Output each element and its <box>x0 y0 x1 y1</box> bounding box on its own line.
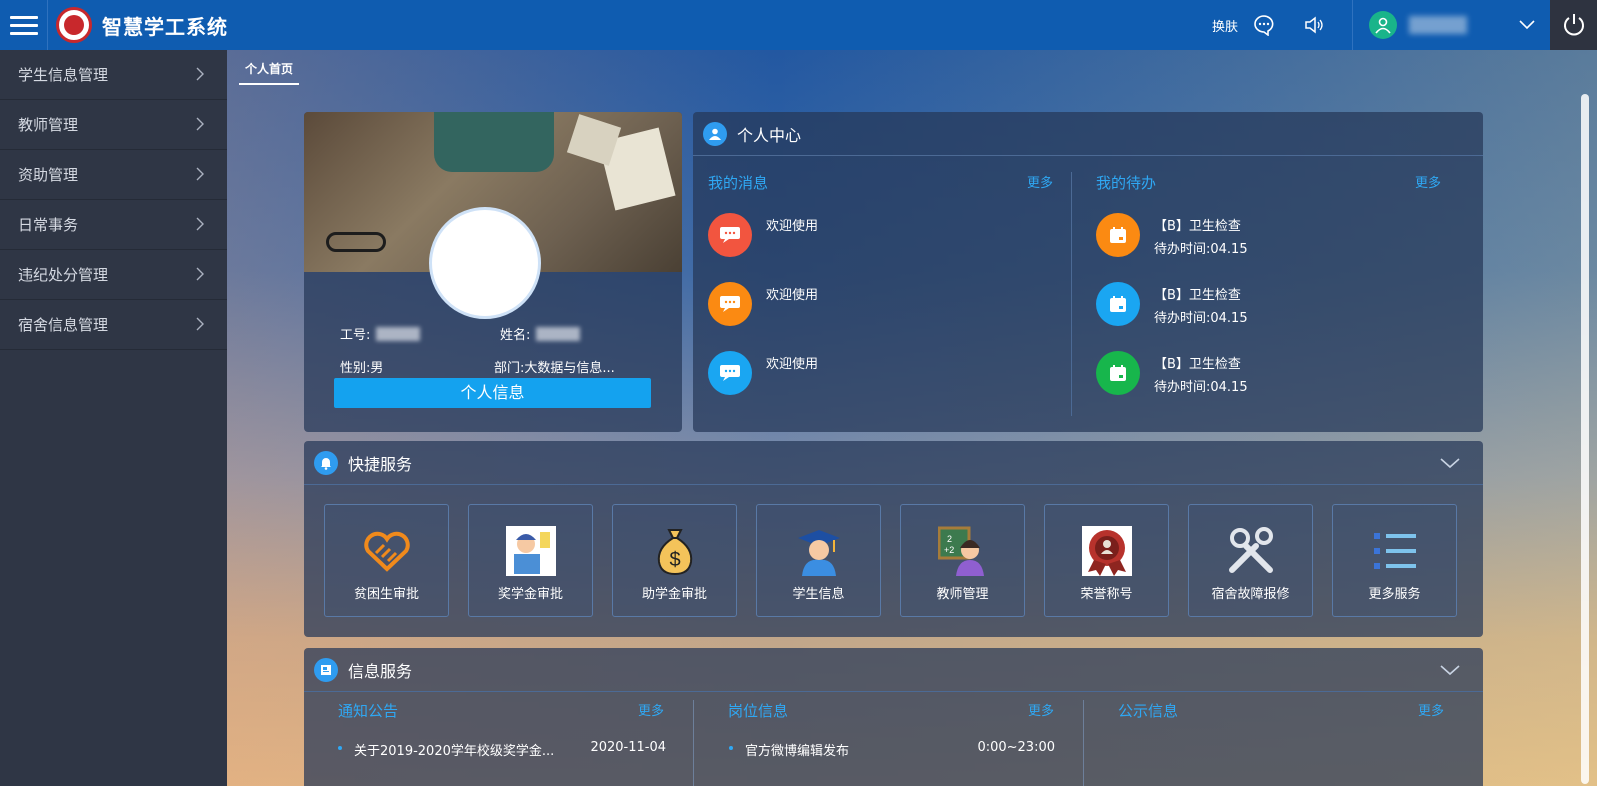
profile-card: 工号: 姓名: 性别: 男 部门: 大数据与信息... 个人信息 <box>304 112 682 432</box>
svg-text:$: $ <box>669 549 680 571</box>
sidebar-item-aid[interactable]: 资助管理 <box>0 150 227 200</box>
svg-text:+2: +2 <box>944 545 954 555</box>
jobs-title: 岗位信息 <box>728 702 789 720</box>
quick-scholarship-approval[interactable]: 奖学金审批 <box>468 504 593 617</box>
sidebar-item-teacher[interactable]: 教师管理 <box>0 100 227 150</box>
job-item[interactable]: 官方微博编辑发布 0:00~23:00 <box>729 740 1055 759</box>
medal-icon <box>1081 525 1133 577</box>
chevron-down-icon[interactable] <box>1439 455 1461 474</box>
newspaper-icon <box>314 657 338 682</box>
quick-honor-title[interactable]: 荣誉称号 <box>1044 504 1169 617</box>
speaker-icon[interactable] <box>1302 13 1326 37</box>
divider <box>693 700 694 786</box>
money-bag-icon: $ <box>649 525 701 577</box>
chat-bubble-icon <box>708 351 752 395</box>
calendar-icon <box>1096 351 1140 395</box>
message-item[interactable]: 欢迎使用 <box>708 351 1053 420</box>
chat-bubble-icon <box>708 282 752 326</box>
jobs-more-link[interactable]: 更多 <box>1028 700 1054 721</box>
divider <box>1083 700 1084 786</box>
public-more-link[interactable]: 更多 <box>1418 700 1444 721</box>
notices-title: 通知公告 <box>338 702 399 720</box>
messages-more-link[interactable]: 更多 <box>1027 172 1053 193</box>
chat-bubble-icon <box>708 213 752 257</box>
chevron-right-icon <box>195 117 205 135</box>
bell-icon <box>314 450 338 475</box>
todos-more-link[interactable]: 更多 <box>1415 172 1441 193</box>
chevron-down-icon[interactable] <box>1439 662 1461 681</box>
menu-toggle-button[interactable] <box>0 0 48 50</box>
school-logo <box>56 7 92 43</box>
user-icon <box>703 121 727 146</box>
list-icon <box>1369 525 1421 577</box>
tools-icon <box>1225 525 1277 577</box>
sidebar-item-discipline[interactable]: 违纪处分管理 <box>0 250 227 300</box>
heart-hands-icon <box>361 525 413 577</box>
info-services-title: 信息服务 <box>348 661 413 681</box>
skin-toggle[interactable]: 换肤 <box>1212 16 1238 35</box>
message-icon[interactable] <box>1252 13 1276 37</box>
profile-avatar <box>429 207 541 319</box>
tab-home[interactable]: 个人首页 <box>239 60 300 85</box>
user-menu[interactable] <box>1352 0 1550 50</box>
quick-more-services[interactable]: 更多服务 <box>1332 504 1457 617</box>
calendar-icon <box>1096 213 1140 257</box>
todo-item[interactable]: 【B】卫生检查 待办时间:04.15 <box>1096 213 1441 282</box>
sidebar: 学生信息管理 教师管理 资助管理 日常事务 违纪处分管理 宿舍信息管理 <box>0 50 227 786</box>
notice-item[interactable]: 关于2019-2020学年校级奖学金... 2020-11-04 <box>338 740 666 759</box>
user-name-redacted <box>1409 16 1467 34</box>
quick-student-info[interactable]: 学生信息 <box>756 504 881 617</box>
sidebar-item-dorm[interactable]: 宿舍信息管理 <box>0 300 227 350</box>
user-avatar-icon <box>1369 11 1397 39</box>
teacher-icon: 2 +2 <box>937 525 989 577</box>
personal-center-title: 个人中心 <box>737 125 802 145</box>
notices-more-link[interactable]: 更多 <box>638 700 664 721</box>
public-title: 公示信息 <box>1118 702 1179 720</box>
sidebar-item-daily[interactable]: 日常事务 <box>0 200 227 250</box>
quick-poverty-approval[interactable]: 贫困生审批 <box>324 504 449 617</box>
quick-services-card: 快捷服务 贫困生审批 奖学金审批 $ 助学金审批 学生信息 2 +2 教师管理 … <box>304 441 1483 637</box>
employee-id: 工号: <box>340 324 500 343</box>
message-item[interactable]: 欢迎使用 <box>708 213 1053 282</box>
chevron-down-icon[interactable] <box>1518 15 1536 37</box>
chevron-right-icon <box>195 217 205 235</box>
personal-center-card: 个人中心 我的消息 更多 欢迎使用 欢迎使用 欢迎使用 我的待办更多 【B】卫生… <box>693 112 1483 432</box>
main-content: 个人首页 工号: 姓名: 性别: 男 部门: 大数据与信息... 个人信息 个人中心… <box>227 50 1597 786</box>
todos-title: 我的待办 <box>1096 174 1157 192</box>
power-icon <box>1563 14 1584 36</box>
quick-dorm-repair[interactable]: 宿舍故障报修 <box>1188 504 1313 617</box>
quick-grant-approval[interactable]: $ 助学金审批 <box>612 504 737 617</box>
message-item[interactable]: 欢迎使用 <box>708 282 1053 351</box>
personal-info-button[interactable]: 个人信息 <box>334 378 651 408</box>
user-name: 姓名: <box>500 324 660 343</box>
app-title: 智慧学工系统 <box>102 14 228 39</box>
power-button[interactable] <box>1550 0 1597 50</box>
chevron-right-icon <box>195 67 205 85</box>
graduate-icon <box>793 525 845 577</box>
chevron-right-icon <box>195 267 205 285</box>
quick-services-title: 快捷服务 <box>348 454 413 474</box>
department: 部门: 大数据与信息... <box>494 361 615 376</box>
messages-title: 我的消息 <box>708 174 769 192</box>
chevron-right-icon <box>195 317 205 335</box>
info-services-card: 信息服务 通知公告 更多 关于2019-2020学年校级奖学金... 2020-11… <box>304 648 1483 786</box>
gender: 性别: 男 <box>340 361 384 376</box>
chevron-right-icon <box>195 167 205 185</box>
sidebar-item-student-info[interactable]: 学生信息管理 <box>0 50 227 100</box>
top-bar: 智慧学工系统 换肤 <box>0 0 1597 50</box>
scrollbar[interactable] <box>1581 94 1589 784</box>
divider <box>1071 172 1072 416</box>
svg-text:2: 2 <box>947 534 952 544</box>
student-award-icon <box>505 525 557 577</box>
quick-teacher-management[interactable]: 2 +2 教师管理 <box>900 504 1025 617</box>
todo-item[interactable]: 【B】卫生检查 待办时间:04.15 <box>1096 282 1441 351</box>
todo-item[interactable]: 【B】卫生检查 待办时间:04.15 <box>1096 351 1441 420</box>
calendar-icon <box>1096 282 1140 326</box>
